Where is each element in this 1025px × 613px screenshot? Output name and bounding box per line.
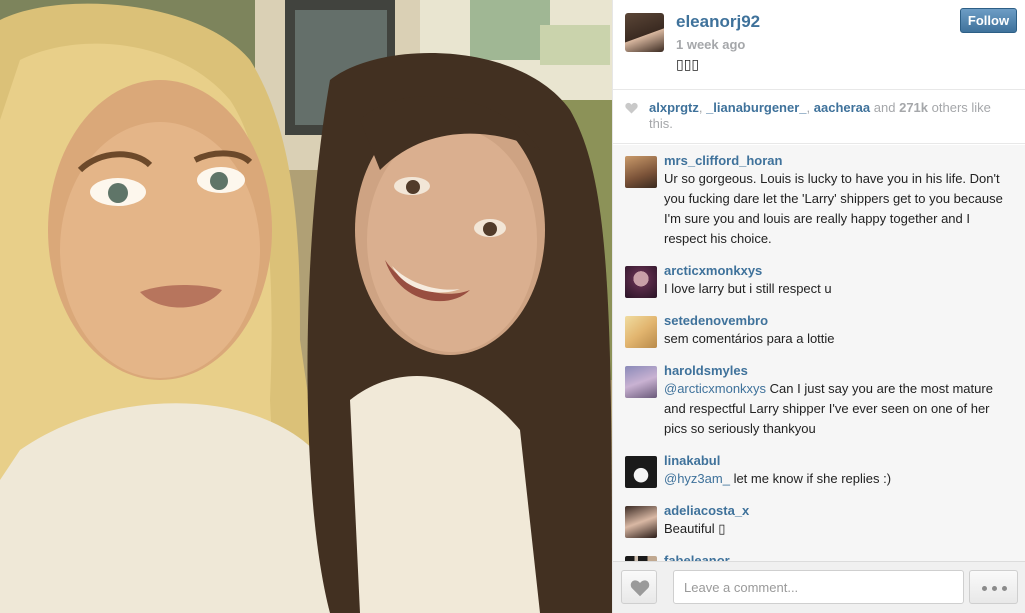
liker-link[interactable]: aacheraa [814, 100, 870, 115]
commenter-avatar[interactable] [625, 506, 657, 538]
likes-summary: alxprgtz, _lianaburgener_, aacheraa and … [613, 90, 1025, 144]
comment-text: Ur so gorgeous. Louis is lucky to have y… [664, 171, 1003, 246]
comment-username[interactable]: arcticxmonkxys [664, 263, 1012, 279]
comment-composer [613, 561, 1025, 613]
comment-username[interactable]: mrs_clifford_horan [664, 153, 1012, 169]
follow-button[interactable]: Follow [960, 8, 1017, 33]
post-header: eleanorj92 1 week ago ▯▯▯ Follow [613, 0, 1025, 90]
comment-username[interactable]: adeliacosta_x [664, 503, 1012, 519]
post-timestamp: 1 week ago [676, 37, 746, 52]
comment-mention[interactable]: @arcticxmonkxys [664, 381, 766, 396]
comment-username[interactable]: linakabul [664, 453, 1012, 469]
liker-link[interactable]: _lianaburgener_ [706, 100, 806, 115]
liker-link[interactable]: alxprgtz [649, 100, 699, 115]
comment-text: @arcticxmonkxys Can I just say you are t… [664, 379, 1012, 439]
owner-username[interactable]: eleanorj92 [676, 12, 760, 32]
comment-item: adeliacosta_x Beautiful ▯ [613, 503, 1025, 539]
owner-avatar[interactable] [625, 13, 664, 52]
more-dots-icon [992, 586, 997, 591]
comment-item: arcticxmonkxys I love larry but i still … [613, 263, 1025, 299]
post-caption: ▯▯▯ [676, 56, 700, 72]
comment-username[interactable]: fabeleanor [664, 553, 1012, 561]
comment-item: linakabul @hyz3am_ let me know if she re… [613, 453, 1025, 489]
comment-item: haroldsmyles @arcticxmonkxys Can I just … [613, 363, 1025, 439]
comment-text: sem comentários para a lottie [664, 331, 835, 346]
post-photo[interactable] [0, 0, 612, 613]
comments-list[interactable]: mrs_clifford_horan Ur so gorgeous. Louis… [613, 145, 1025, 561]
more-dots-icon [1002, 586, 1007, 591]
comment-username[interactable]: haroldsmyles [664, 363, 1012, 379]
like-button[interactable] [621, 570, 657, 604]
more-options-button[interactable] [969, 570, 1018, 604]
commenter-avatar[interactable] [625, 456, 657, 488]
comment-item: mrs_clifford_horan Ur so gorgeous. Louis… [613, 153, 1025, 249]
comment-mention[interactable]: @hyz3am_ [664, 471, 730, 486]
comment-text: @hyz3am_ let me know if she replies :) [664, 469, 1012, 489]
comment-text: I love larry but i still respect u [664, 281, 832, 296]
commenter-avatar[interactable] [625, 156, 657, 188]
side-panel: eleanorj92 1 week ago ▯▯▯ Follow alxprgt… [612, 0, 1025, 613]
commenter-avatar[interactable] [625, 266, 657, 298]
comment-body: let me know if she replies :) [729, 471, 892, 486]
selfie-illustration [0, 0, 612, 613]
more-dots-icon [982, 586, 987, 591]
likes-count[interactable]: 271k [899, 100, 928, 115]
comment-input[interactable] [673, 570, 964, 604]
commenter-avatar[interactable] [625, 366, 657, 398]
comment-text: Beautiful ▯ [664, 521, 726, 536]
comment-item: fabeleanor [613, 553, 1025, 561]
instagram-post-view: eleanorj92 1 week ago ▯▯▯ Follow alxprgt… [0, 0, 1025, 613]
comment-item: setedenovembro sem comentários para a lo… [613, 313, 1025, 349]
likes-and-text: and [873, 100, 896, 115]
commenter-avatar[interactable] [625, 316, 657, 348]
comment-username[interactable]: setedenovembro [664, 313, 1012, 329]
heart-icon [625, 102, 638, 114]
heart-icon [630, 580, 650, 597]
